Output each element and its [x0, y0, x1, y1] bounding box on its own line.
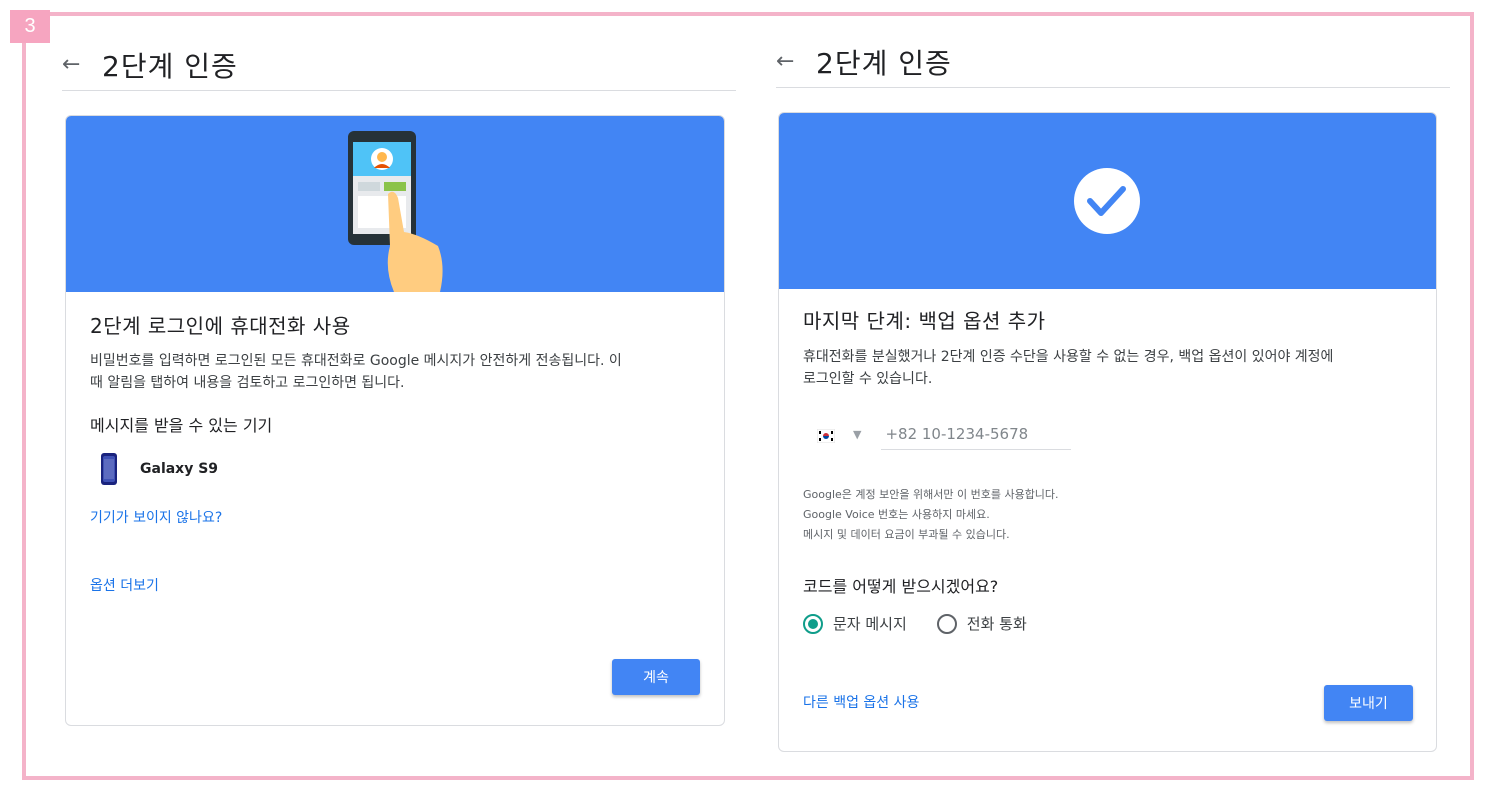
- description-line: 로그인할 수 있습니다.: [803, 371, 933, 387]
- device-not-shown-link[interactable]: 기기가 보이지 않나요?: [90, 507, 222, 527]
- radio-sms[interactable]: [803, 613, 823, 634]
- check-circle-icon: [1074, 168, 1140, 234]
- phone-tap-illustration: [348, 131, 443, 292]
- arrow-back-icon[interactable]: ←: [776, 51, 816, 73]
- send-button[interactable]: 보내기: [1324, 685, 1413, 721]
- smartphone-icon: [101, 453, 117, 485]
- page-title: 2단계 인증: [102, 50, 238, 83]
- chevron-down-icon[interactable]: ▼: [853, 428, 861, 441]
- phone-usage-notes: Google은 계정 보안을 위해서만 이 번호를 사용합니다. Google …: [803, 485, 1059, 545]
- code-method-question: 코드를 어떻게 받으시겠어요?: [803, 577, 999, 596]
- card-description: 비밀번호를 입력하면 로그인된 모든 휴대전화로 Google 메시지가 안전하…: [90, 350, 710, 394]
- device-name: Galaxy S9: [140, 461, 219, 477]
- right-header: ← 2단계 인증: [776, 37, 1450, 88]
- note-line: Google은 계정 보안을 위해서만 이 번호를 사용합니다.: [803, 488, 1059, 501]
- backup-option-card: 마지막 단계: 백업 옵션 추가 휴대전화를 분실했거나 2단계 인증 수단을 …: [778, 112, 1437, 752]
- description-line: 때 알림을 탭하여 내용을 검토하고 로그인하면 됩니다.: [90, 375, 405, 391]
- step-number-badge: 3: [10, 10, 50, 43]
- card-title: 2단계 로그인에 휴대전화 사용: [90, 314, 351, 338]
- arrow-back-icon[interactable]: ←: [62, 54, 102, 76]
- note-line: Google Voice 번호는 사용하지 마세요.: [803, 508, 990, 521]
- continue-button[interactable]: 계속: [612, 659, 700, 695]
- card-banner: [66, 116, 724, 292]
- card-banner: [779, 113, 1436, 289]
- phone-number-input[interactable]: [881, 419, 1072, 450]
- phone-number-row: ▼: [816, 419, 1072, 450]
- south-korea-flag-icon[interactable]: [816, 428, 836, 443]
- devices-heading: 메시지를 받을 수 있는 기기: [90, 416, 273, 435]
- radio-voice-call[interactable]: [936, 613, 957, 634]
- radio-label-voice-call[interactable]: 전화 통화: [967, 613, 1027, 634]
- card-title: 마지막 단계: 백업 옵션 추가: [803, 309, 1046, 333]
- description-line: 휴대전화를 분실했거나 2단계 인증 수단을 사용할 수 없는 경우, 백업 옵…: [803, 349, 1334, 365]
- card-description: 휴대전화를 분실했거나 2단계 인증 수단을 사용할 수 없는 경우, 백업 옵…: [803, 346, 1423, 390]
- code-method-options: 문자 메시지 전화 통화: [803, 613, 1057, 634]
- other-backup-option-link[interactable]: 다른 백업 옵션 사용: [803, 692, 919, 712]
- left-header: ← 2단계 인증: [62, 40, 736, 91]
- note-line: 메시지 및 데이터 요금이 부과될 수 있습니다.: [803, 528, 1010, 541]
- phone-prompt-card: 2단계 로그인에 휴대전화 사용 비밀번호를 입력하면 로그인된 모든 휴대전화…: [65, 115, 725, 726]
- page-title: 2단계 인증: [816, 47, 952, 80]
- description-line: 비밀번호를 입력하면 로그인된 모든 휴대전화로 Google 메시지가 안전하…: [90, 353, 622, 369]
- more-options-link[interactable]: 옵션 더보기: [90, 575, 159, 595]
- radio-label-sms[interactable]: 문자 메시지: [833, 613, 907, 634]
- device-item: Galaxy S9: [100, 453, 218, 485]
